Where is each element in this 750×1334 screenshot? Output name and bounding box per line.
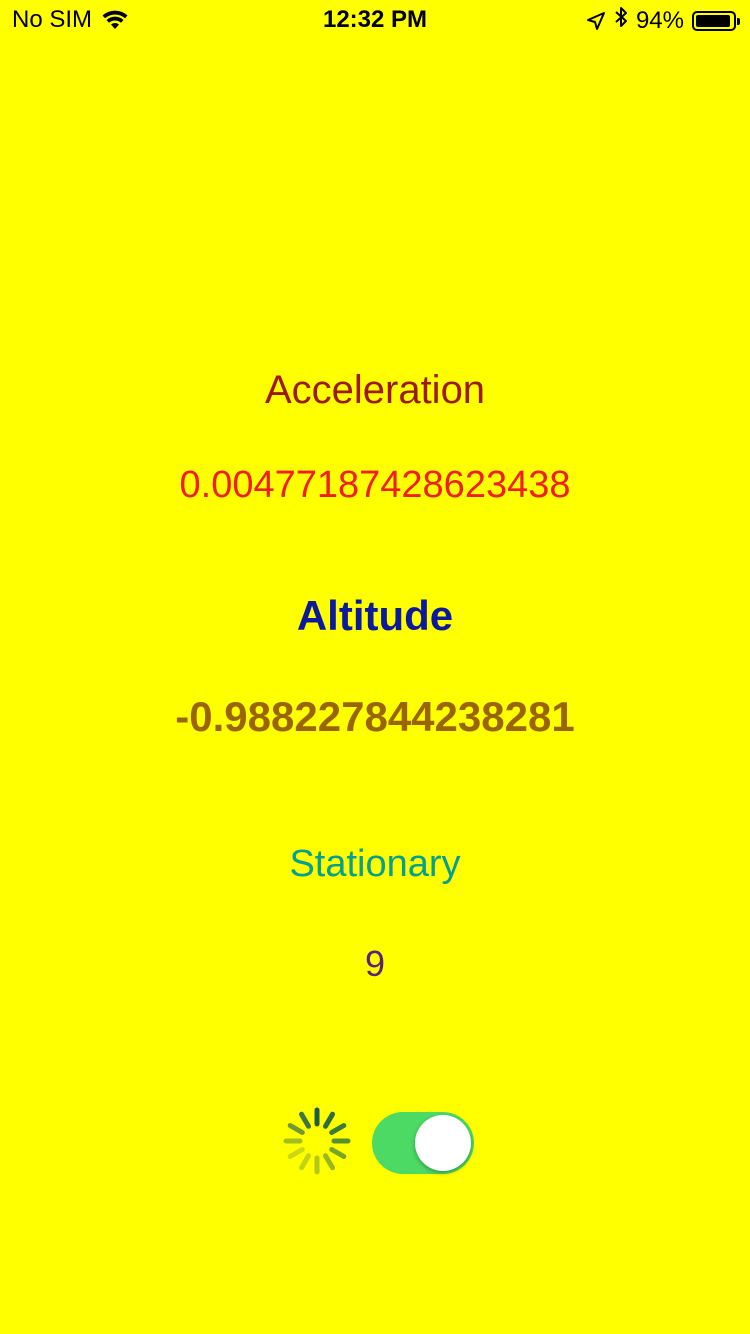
- tracking-toggle[interactable]: [372, 1112, 474, 1174]
- battery-percent: 94%: [635, 6, 684, 34]
- battery-fill: [696, 14, 730, 27]
- motion-state-value: 9: [364, 943, 386, 984]
- spinner-icon: [283, 1107, 351, 1175]
- bluetooth-icon: [615, 7, 627, 27]
- altitude-value: -0.988227844238281: [175, 693, 575, 740]
- toggle-knob[interactable]: [415, 1115, 471, 1171]
- controls-row: [280, 1104, 480, 1178]
- battery-nub: [737, 17, 740, 25]
- acceleration-value: 0.00477187428623438: [179, 464, 571, 506]
- status-bar: No SIM 12:32 PM 94%: [0, 0, 750, 40]
- battery-icon: [692, 10, 740, 31]
- bluetooth-icon-wrap: [614, 6, 628, 35]
- acceleration-label: Acceleration: [264, 368, 486, 412]
- motion-state-label: Stationary: [289, 843, 461, 885]
- altitude-label: Altitude: [296, 592, 454, 639]
- app-screen: No SIM 12:32 PM 94% Acceleration 0.00477…: [0, 0, 750, 1334]
- location-arrow-icon: [586, 11, 605, 30]
- status-right-group: 94%: [586, 6, 740, 35]
